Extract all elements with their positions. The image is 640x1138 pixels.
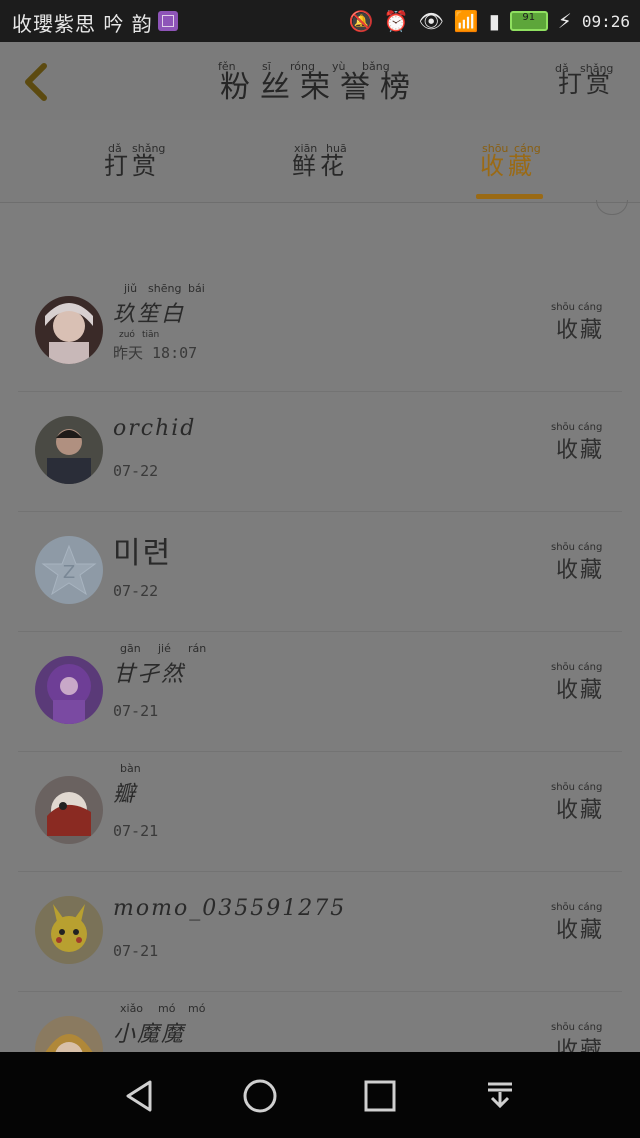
- list-item[interactable]: momo_035591275 07-21 收藏 shōu cáng: [18, 872, 622, 992]
- user-name: 玖笙白: [113, 302, 186, 327]
- name-pinyin: xiǎo: [120, 1002, 144, 1015]
- close-icon[interactable]: [596, 200, 628, 215]
- tab-reward-pinyin-1: dǎ: [108, 142, 122, 155]
- status-bar-text: 收瓔紫思 吟 韵: [12, 12, 153, 36]
- tab-favorites-pinyin-1: shōu: [482, 142, 509, 155]
- user-name: orchid: [113, 416, 197, 441]
- name-pinyin: bàn: [120, 762, 141, 775]
- reward-pinyin-2: shǎng: [580, 62, 614, 75]
- header: 粉丝荣誉榜 fěn sī róng yù bǎng 打赏 dǎ shǎng: [0, 42, 640, 121]
- tab-active-indicator: [476, 194, 543, 199]
- title-pinyin-1: fěn: [218, 60, 236, 73]
- action-pinyin: cáng: [578, 422, 603, 433]
- avatar[interactable]: Z: [35, 536, 103, 604]
- user-name: 甘孑然: [113, 662, 186, 687]
- user-name: momo_035591275: [113, 896, 347, 921]
- action-pinyin: cáng: [578, 662, 603, 673]
- avatar[interactable]: [35, 776, 103, 844]
- action-pinyin: shōu: [551, 1022, 576, 1033]
- action-pinyin: cáng: [578, 782, 603, 793]
- favorite-label: 收藏: [555, 558, 604, 583]
- title-pinyin-2: sī: [262, 60, 271, 73]
- tab-flowers-pinyin-1: xiān: [294, 142, 318, 155]
- name-pinyin: mó: [188, 1002, 206, 1015]
- favorites-list: 玖笙白 jiǔ shēng bái 昨天 18:07 zuó tiān 收藏 s…: [0, 272, 640, 1112]
- status-time: 09:26: [581, 11, 630, 31]
- svg-text:Z: Z: [63, 562, 75, 583]
- action-pinyin: cáng: [578, 1022, 603, 1033]
- list-item[interactable]: orchid 07-22 收藏 shōu cáng: [18, 392, 622, 512]
- user-name: 瓣: [113, 782, 138, 807]
- action-pinyin: cáng: [578, 302, 603, 313]
- status-bar: 收瓔紫思 吟 韵 🔕 ⏰ 👁 📶 ▮ 91 ⚡ 09:26: [0, 0, 640, 42]
- mute-icon: 🔕: [348, 9, 374, 33]
- wifi-icon: 📶: [453, 9, 479, 33]
- triangle-back-icon: [126, 1080, 152, 1112]
- charging-icon: ⚡: [557, 9, 572, 33]
- status-icons: 🔕 ⏰ 👁 📶 ▮ 91 ⚡ 09:26: [349, 8, 630, 34]
- tab-favorites-pinyin-2: cáng: [514, 142, 541, 155]
- list-item[interactable]: 瓣 bàn 07-21 收藏 shōu cáng: [18, 752, 622, 872]
- action-pinyin: shōu: [551, 542, 576, 553]
- gallery-icon: [158, 11, 178, 31]
- battery-icon: 91: [509, 11, 548, 31]
- notification-pull-button[interactable]: [480, 1076, 520, 1116]
- favorite-label: 收藏: [555, 438, 604, 463]
- action-pinyin: cáng: [578, 902, 603, 913]
- timestamp: 07-22: [113, 462, 159, 480]
- tab-bar: 打赏 dǎ shǎng 鲜花 xiān huā 收藏 shōu cáng: [0, 120, 640, 203]
- square-recents-icon: [364, 1080, 396, 1112]
- timestamp: 07-22: [113, 582, 159, 600]
- user-name: 미련: [113, 536, 173, 571]
- circle-home-icon: [243, 1079, 277, 1113]
- favorite-label: 收藏: [555, 798, 604, 823]
- favorite-label: 收藏: [555, 318, 604, 343]
- action-pinyin: shōu: [551, 662, 576, 673]
- action-pinyin: shōu: [551, 782, 576, 793]
- list-item[interactable]: 玖笙白 jiǔ shēng bái 昨天 18:07 zuó tiān 收藏 s…: [18, 272, 622, 392]
- name-pinyin: jiǔ: [124, 282, 138, 295]
- name-pinyin: jié: [158, 642, 171, 655]
- avatar[interactable]: [35, 296, 103, 364]
- user-name: 小魔魔: [113, 1022, 186, 1047]
- name-pinyin: shēng: [148, 282, 182, 295]
- action-pinyin: shōu: [551, 902, 576, 913]
- favorite-label: 收藏: [555, 678, 604, 703]
- recents-nav-button[interactable]: [360, 1076, 400, 1116]
- avatar[interactable]: [35, 656, 103, 724]
- alarm-icon: ⏰: [383, 9, 409, 33]
- avatar[interactable]: [35, 416, 103, 484]
- name-pinyin: bái: [188, 282, 205, 295]
- back-nav-button[interactable]: [120, 1076, 160, 1116]
- time-pinyin: tiān: [142, 330, 160, 340]
- time-pinyin: zuó: [119, 330, 135, 340]
- pull-down-icon: [488, 1082, 512, 1109]
- app-screen: 粉丝荣誉榜 fěn sī róng yù bǎng 打赏 dǎ shǎng 打赏…: [0, 42, 640, 1112]
- list-item[interactable]: Z 미련 07-22 收藏 shōu cáng: [18, 512, 622, 632]
- name-pinyin: rán: [188, 642, 207, 655]
- favorite-label: 收藏: [555, 918, 604, 943]
- avatar[interactable]: [35, 896, 103, 964]
- timestamp: 07-21: [113, 942, 159, 960]
- title-pinyin-3: róng: [290, 60, 315, 73]
- name-pinyin: mó: [158, 1002, 176, 1015]
- system-nav-bar: [0, 1052, 640, 1138]
- eye-icon: 👁: [418, 9, 444, 33]
- title-pinyin-5: bǎng: [362, 60, 390, 73]
- home-nav-button[interactable]: [240, 1076, 280, 1116]
- reward-pinyin-1: dǎ: [555, 62, 569, 75]
- action-pinyin: shōu: [551, 422, 576, 433]
- tab-reward-pinyin-2: shǎng: [132, 142, 166, 155]
- action-pinyin: cáng: [578, 542, 603, 553]
- sim-icon: ▮: [488, 9, 500, 33]
- timestamp: 07-21: [113, 822, 159, 840]
- timestamp: 07-21: [113, 702, 159, 720]
- timestamp: 昨天 18:07: [113, 344, 198, 362]
- list-item[interactable]: 甘孑然 gān jié rán 07-21 收藏 shōu cáng: [18, 632, 622, 752]
- tab-flowers-pinyin-2: huā: [326, 142, 347, 155]
- page-title: 粉丝荣誉榜: [220, 70, 420, 105]
- action-pinyin: shōu: [551, 302, 576, 313]
- name-pinyin: gān: [120, 642, 141, 655]
- title-pinyin-4: yù: [332, 60, 346, 73]
